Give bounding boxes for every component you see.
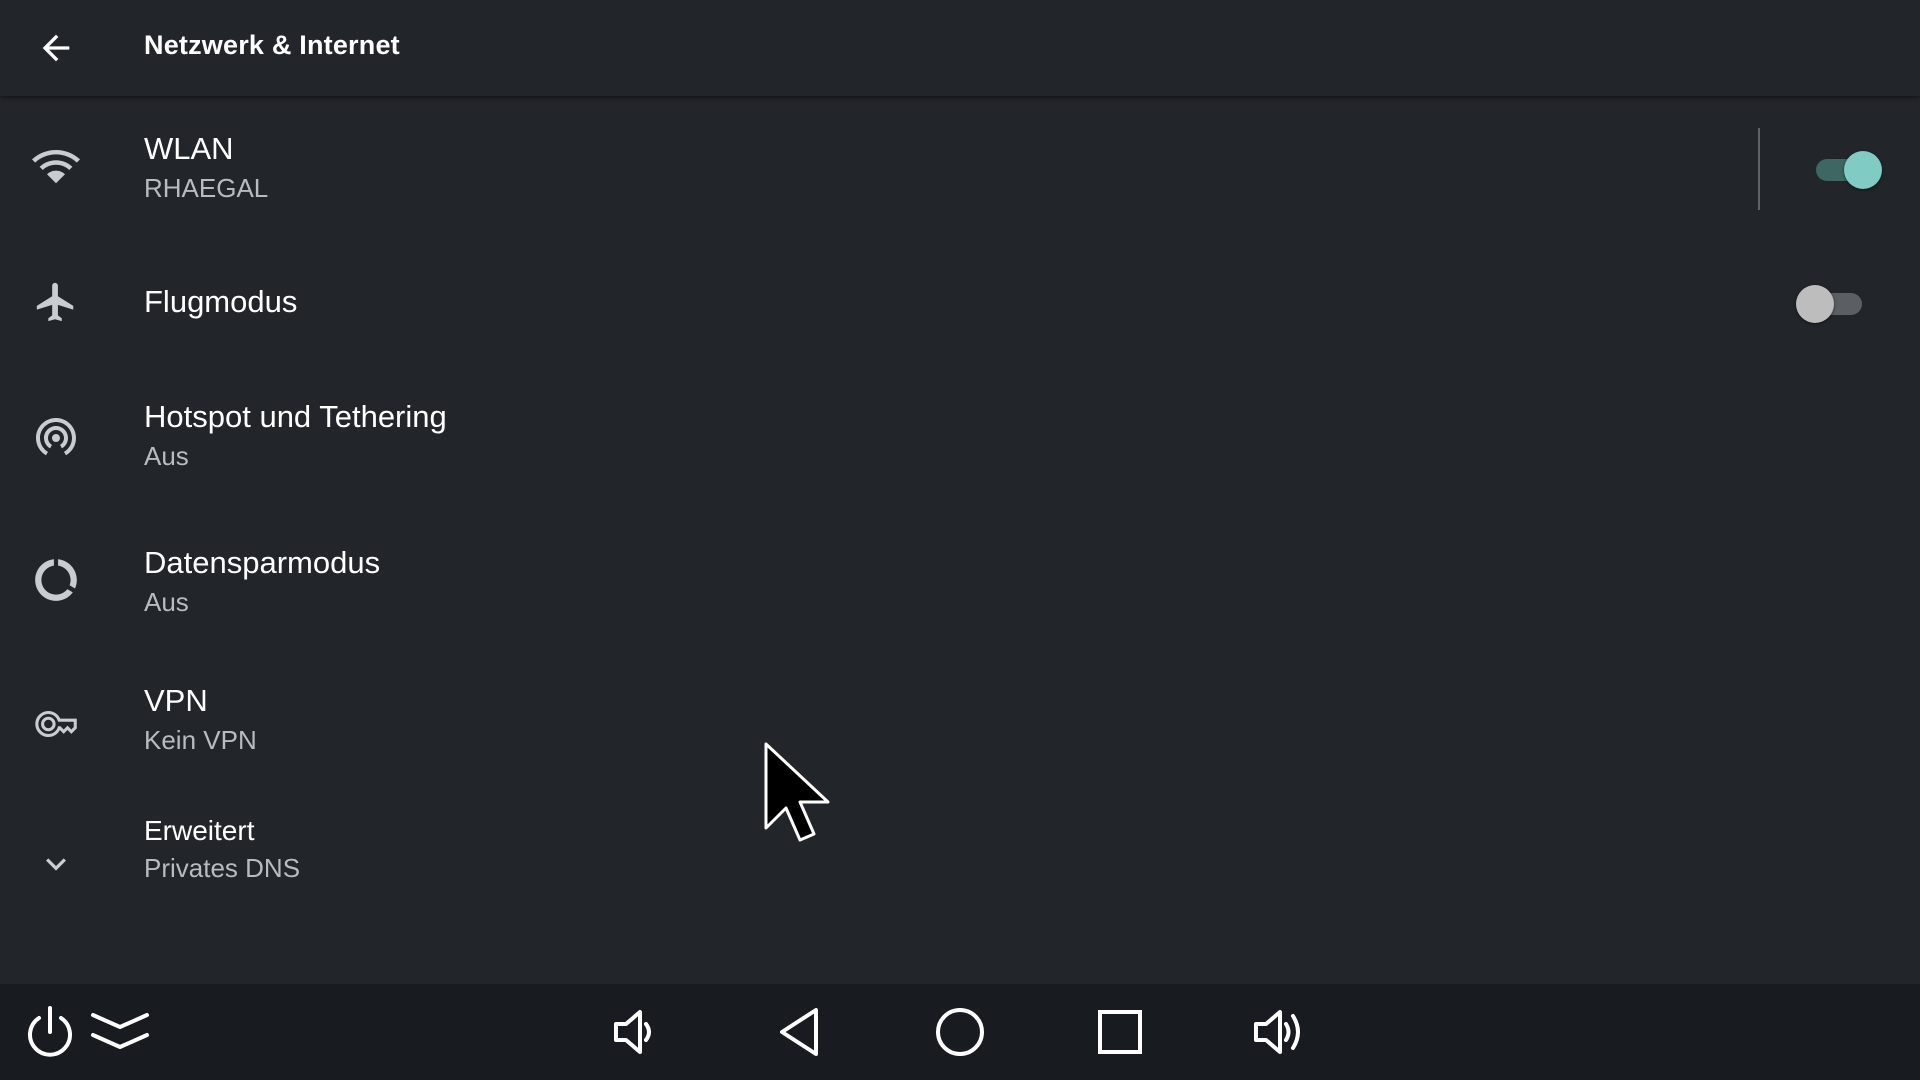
power-button[interactable]	[16, 998, 84, 1066]
data-saver-row[interactable]: Datensparmodus Aus	[0, 508, 1920, 654]
back-button[interactable]	[28, 22, 84, 74]
vpn-status: Kein VPN	[144, 725, 257, 755]
wlan-texts: WLAN RHAEGAL	[144, 130, 268, 205]
mouse-cursor-icon	[764, 742, 830, 842]
system-navigation-bar	[0, 984, 1920, 1080]
nav-home-button[interactable]	[926, 998, 994, 1066]
page-title: Netzwerk & Internet	[144, 30, 400, 60]
hotspot-label: Hotspot und Tethering	[144, 399, 447, 434]
airplane-mode-texts: Flugmodus	[144, 283, 297, 321]
nav-home-icon	[936, 1008, 984, 1056]
airplane-mode-row[interactable]: Flugmodus	[0, 242, 1920, 362]
hotspot-row[interactable]: Hotspot und Tethering Aus	[0, 362, 1920, 508]
advanced-row[interactable]: Erweitert Privates DNS	[0, 798, 1920, 938]
wifi-icon	[24, 134, 88, 198]
switch-thumb	[1844, 151, 1882, 189]
chevron-down-icon	[24, 832, 88, 896]
notifications-expand-button[interactable]	[86, 998, 154, 1066]
hotspot-texts: Hotspot und Tethering Aus	[144, 398, 447, 473]
hotspot-icon	[24, 404, 88, 468]
app-bar: Netzwerk & Internet	[0, 0, 1920, 96]
vpn-texts: VPN Kein VPN	[144, 682, 257, 757]
vpn-row[interactable]: VPN Kein VPN	[0, 654, 1920, 798]
airplane-mode-switch[interactable]	[1796, 278, 1868, 326]
airplane-icon	[24, 270, 88, 334]
data-saver-icon	[24, 548, 88, 612]
power-icon	[28, 1006, 72, 1057]
wlan-network-name: RHAEGAL	[144, 173, 269, 203]
advanced-texts: Erweitert Privates DNS	[144, 814, 300, 885]
data-saver-texts: Datensparmodus Aus	[144, 544, 380, 619]
wlan-switch[interactable]	[1810, 144, 1882, 192]
nav-back-button[interactable]	[766, 998, 834, 1066]
advanced-label: Erweitert	[144, 815, 255, 846]
wlan-row[interactable]: WLAN RHAEGAL	[0, 96, 1920, 242]
volume-down-icon	[614, 1010, 651, 1054]
hotspot-status: Aus	[144, 441, 189, 471]
nav-back-icon	[780, 1008, 818, 1056]
key-icon	[24, 692, 88, 756]
arrow-back-icon	[42, 34, 70, 62]
row-divider	[1758, 128, 1760, 210]
airplane-mode-label: Flugmodus	[144, 284, 298, 319]
advanced-summary: Privates DNS	[144, 853, 301, 883]
notifications-expand-icon	[91, 1013, 149, 1049]
data-saver-label: Datensparmodus	[144, 545, 381, 580]
wlan-label: WLAN	[144, 131, 234, 166]
vpn-label: VPN	[144, 683, 208, 718]
nav-recents-icon	[1098, 1010, 1142, 1054]
volume-down-button[interactable]	[602, 998, 670, 1066]
data-saver-status: Aus	[144, 587, 189, 617]
volume-up-icon	[1254, 1010, 1300, 1054]
switch-thumb	[1796, 285, 1834, 323]
settings-screen: Netzwerk & Internet WLAN RHAEGAL Flugmod…	[0, 0, 1920, 1080]
volume-up-button[interactable]	[1246, 998, 1314, 1066]
nav-recents-button[interactable]	[1086, 998, 1154, 1066]
